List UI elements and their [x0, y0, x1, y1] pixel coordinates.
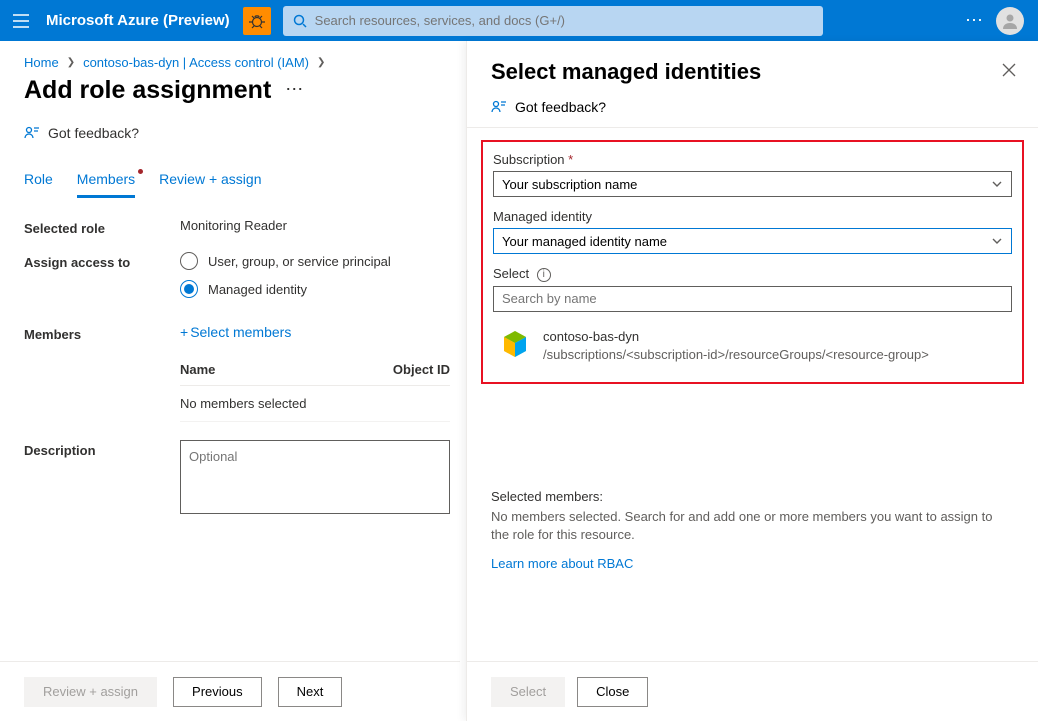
identity-path: /subscriptions/<subscription-id>/resourc…	[543, 346, 929, 364]
members-empty-row: No members selected	[180, 386, 450, 422]
review-assign-button[interactable]: Review + assign	[24, 677, 157, 707]
close-icon	[1002, 63, 1016, 77]
panel-feedback-label: Got feedback?	[515, 99, 606, 115]
tab-members-label: Members	[77, 171, 135, 187]
selected-members-title: Selected members:	[491, 489, 1014, 504]
members-table: Name Object ID No members selected	[180, 354, 450, 422]
required-star: *	[568, 152, 573, 167]
feedback-icon	[491, 99, 507, 115]
chevron-down-icon	[991, 178, 1003, 190]
identity-name: contoso-bas-dyn	[543, 328, 929, 346]
page-title: Add role assignment	[24, 76, 271, 105]
selected-role-label: Selected role	[24, 218, 180, 236]
subscription-label: Subscription *	[493, 152, 1012, 167]
identity-result-item[interactable]: contoso-bas-dyn /subscriptions/<subscrip…	[493, 324, 1012, 368]
chevron-down-icon	[991, 235, 1003, 247]
panel-close-footer-button[interactable]: Close	[577, 677, 648, 707]
radio-icon	[180, 252, 198, 270]
subscription-dropdown[interactable]: Your subscription name	[493, 171, 1012, 197]
menu-button[interactable]	[0, 14, 41, 28]
select-members-link[interactable]: +Select members	[180, 324, 291, 340]
managed-identity-value: Your managed identity name	[502, 234, 667, 249]
assign-access-label: Assign access to	[24, 252, 180, 308]
selected-members-text: No members selected. Search for and add …	[491, 508, 1014, 544]
col-objectid: Object ID	[393, 362, 450, 377]
info-icon[interactable]: i	[537, 268, 551, 282]
bug-icon	[249, 13, 265, 29]
tab-review[interactable]: Review + assign	[159, 171, 261, 198]
tab-members[interactable]: Members	[77, 171, 135, 198]
description-input[interactable]	[180, 440, 450, 514]
tab-role[interactable]: Role	[24, 171, 53, 198]
description-label: Description	[24, 440, 180, 517]
radio-user-label: User, group, or service principal	[208, 254, 391, 269]
footer-bar: Review + assign Previous Next	[0, 661, 460, 721]
hamburger-icon	[13, 14, 29, 28]
selected-members-section: Selected members: No members selected. S…	[467, 489, 1038, 571]
breadcrumb-home[interactable]: Home	[24, 55, 59, 70]
radio-icon-selected	[180, 280, 198, 298]
top-header: Microsoft Azure (Preview) ⋯	[0, 0, 1038, 41]
select-search-input[interactable]	[493, 286, 1012, 312]
user-avatar[interactable]	[996, 7, 1024, 35]
brand-title[interactable]: Microsoft Azure (Preview)	[41, 12, 243, 29]
radio-managed-label: Managed identity	[208, 282, 307, 297]
panel-title: Select managed identities	[467, 41, 1038, 85]
managed-identity-dropdown[interactable]: Your managed identity name	[493, 228, 1012, 254]
next-button[interactable]: Next	[278, 677, 343, 707]
global-search[interactable]	[283, 6, 823, 36]
panel-footer: Select Close	[467, 661, 1038, 721]
feedback-label: Got feedback?	[48, 125, 139, 141]
panel-feedback-link[interactable]: Got feedback?	[467, 85, 1038, 128]
col-name: Name	[180, 362, 393, 377]
plus-icon: +	[180, 324, 188, 340]
chevron-right-icon: ❯	[317, 57, 325, 68]
report-bug-button[interactable]	[243, 7, 271, 35]
chevron-right-icon: ❯	[67, 57, 75, 68]
global-search-input[interactable]	[315, 13, 813, 28]
highlighted-section: Subscription * Your subscription name Ma…	[481, 140, 1024, 384]
person-icon	[1001, 12, 1019, 30]
feedback-icon	[24, 125, 40, 141]
subscription-value: Your subscription name	[502, 177, 637, 192]
members-label: Members	[24, 324, 180, 422]
resource-icon	[499, 328, 531, 360]
search-icon	[293, 14, 307, 28]
learn-more-link[interactable]: Learn more about RBAC	[491, 556, 633, 571]
panel-close-button[interactable]	[1002, 63, 1016, 77]
breadcrumb-path[interactable]: contoso-bas-dyn | Access control (IAM)	[83, 55, 309, 70]
select-managed-identities-panel: Select managed identities Got feedback? …	[466, 41, 1038, 721]
tab-indicator-dot	[138, 169, 143, 174]
identity-result-text: contoso-bas-dyn /subscriptions/<subscrip…	[543, 328, 929, 364]
select-members-text: Select members	[190, 324, 291, 340]
page-more-button[interactable]: ⋯	[285, 79, 304, 102]
more-button[interactable]: ⋯	[953, 10, 996, 31]
managed-identity-label: Managed identity	[493, 209, 1012, 224]
select-label: Select i	[493, 266, 1012, 282]
panel-select-button[interactable]: Select	[491, 677, 565, 707]
previous-button[interactable]: Previous	[173, 677, 262, 707]
